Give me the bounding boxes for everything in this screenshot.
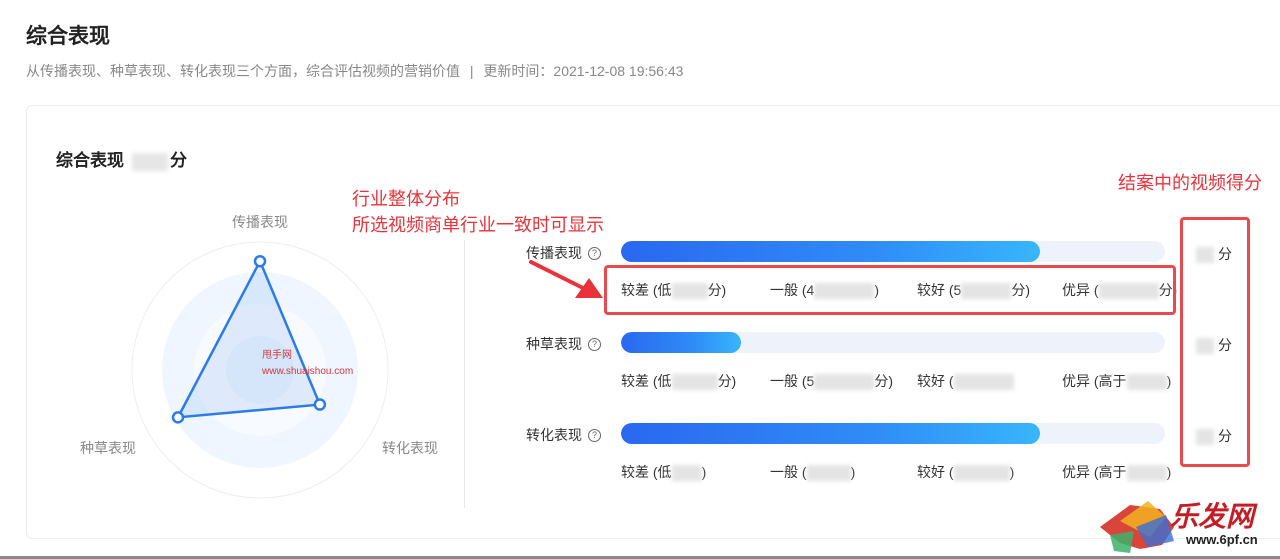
metric-level-prefix: 一般 ( [770,464,807,480]
annotation-box-distribution [604,265,1176,315]
overall-score-unit: 分 [170,151,187,170]
overall-score-label: 综合表现 [56,151,124,170]
metric-level-suffix: ) [1166,373,1172,389]
annotation-score: 结案中的视频得分 [1118,173,1262,193]
metric-bar-track [621,423,1165,444]
metric-level-prefix: 较好 ( [917,373,954,389]
help-icon[interactable]: ? [588,337,601,351]
center-watermark: 甩手网 www.shuaishou.com [262,348,353,380]
metric-name: 种草表现 [526,336,582,352]
annotation-industry: 行业整体分布 所选视频商单行业一致时可显示 [352,186,604,238]
metric-level-value-masked [1126,465,1167,482]
metric-level-value-masked [814,374,875,391]
metric-level-suffix: 分) [874,373,894,389]
metric-level-suffix: ) [1009,464,1015,480]
metric-level-prefix: 较差 (低 [621,373,672,389]
annotation-industry-line2: 所选视频商单行业一致时可显示 [352,215,604,235]
metric-bar-fill [621,241,1040,262]
metric-label: 转化表现? [526,425,601,445]
radar-point [313,398,327,411]
metric-level-suffix: ) [1166,464,1172,480]
metric-level: 优异 (高于) [1062,371,1171,391]
help-icon[interactable]: ? [588,428,601,442]
radar-point [171,411,185,424]
metric-level: 较差 (低 分) [621,371,736,391]
logo-text: 乐发网 [1170,500,1255,533]
radar-point [253,254,267,268]
watermark-line2: www.shuaishou.com [262,366,354,377]
metric-level-prefix: 一般 (5 [770,373,815,389]
section-divider [464,240,465,508]
radar-axis-label-spread: 传播表现 [232,214,288,230]
metric-label: 种草表现? [526,334,601,354]
radar-axis-label-conversion: 转化表现 [382,440,438,456]
metric-name: 转化表现 [526,427,582,443]
metric-level-value-masked [671,465,702,482]
radar-axis-label-seeding: 种草表现 [80,440,136,456]
metric-level-value-masked [671,374,718,391]
page-title: 综合表现 [26,25,110,48]
metric-level-value-masked [806,465,851,482]
metric-bar-track [621,241,1165,262]
update-time-value: 2021-12-08 19:56:43 [553,63,684,79]
overall-score-value-masked [132,152,168,171]
metric-bar-fill [621,332,741,353]
annotation-arrow [529,260,603,298]
metric-level-prefix: 优异 (高于 [1062,464,1127,480]
metric-bar-fill [621,423,1040,444]
update-time-label: 更新时间： [483,63,554,79]
subtitle-text: 从传播表现、种草表现、转化表现三个方面，综合评估视频的营销价值 [26,63,460,79]
logo-url: www.6pf.cn [1186,532,1258,547]
annotation-box-scores [1180,217,1250,467]
metric-level: 较差 (低) [621,462,706,482]
metric-level: 一般 (5 分) [770,371,893,391]
metric-level-suffix: ) [850,464,856,480]
metric-level-prefix: 较差 (低 [621,464,672,480]
metric-level-prefix: 较好 ( [917,464,954,480]
metric-level-value-masked [1126,374,1167,391]
metric-level: 一般 () [770,462,855,482]
page-subtitle: 从传播表现、种草表现、转化表现三个方面，综合评估视频的营销价值 | 更新时间：2… [26,61,683,81]
watermark-line1: 甩手网 [262,350,292,361]
metric-level: 较好 () [917,462,1014,482]
metric-level: 较好 ( [917,371,1014,391]
metric-level-prefix: 优异 (高于 [1062,373,1127,389]
metric-level-suffix: 分) [717,373,737,389]
annotation-industry-line1: 行业整体分布 [352,189,460,209]
overall-score-title: 综合表现 分 [56,146,187,171]
metric-level-value-masked [953,374,1014,391]
metric-level-value-masked [953,465,1010,482]
metric-level-suffix: ) [701,464,707,480]
subtitle-separator: | [469,63,474,79]
metric-bar-track [621,332,1165,353]
annotation-arrow-shaft [529,260,589,292]
metric-level: 优异 (高于) [1062,462,1171,482]
